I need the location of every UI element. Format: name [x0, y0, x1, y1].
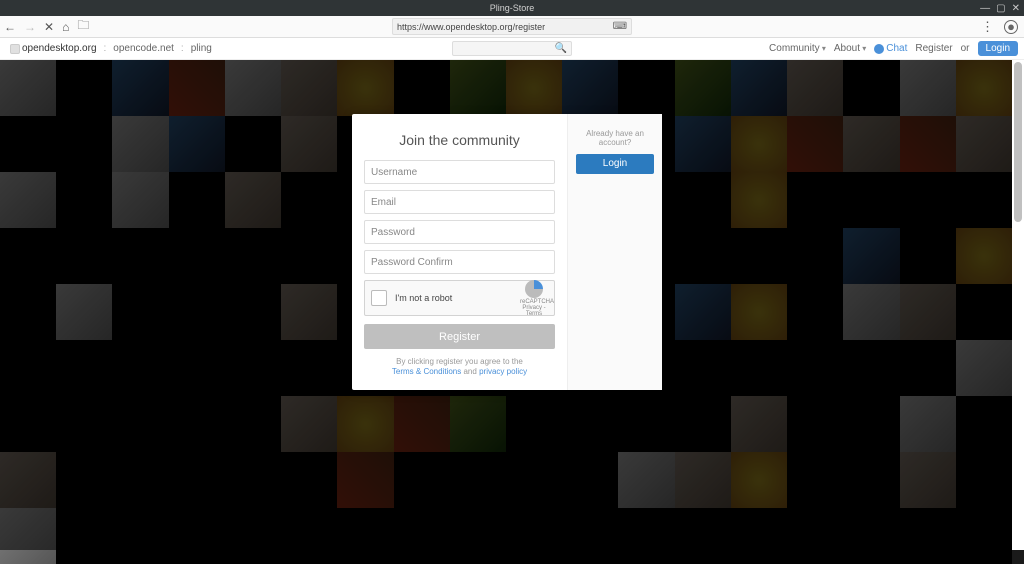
menu-login[interactable]: Login	[978, 41, 1018, 56]
breadcrumb-pling[interactable]: pling	[187, 41, 216, 56]
minimize-icon[interactable]: —	[980, 3, 990, 14]
register-modal: Join the community Username Email Passwo…	[352, 114, 662, 390]
recaptcha-checkbox[interactable]	[371, 290, 387, 306]
menu-or: or	[961, 43, 970, 54]
maximize-icon[interactable]: ▢	[996, 3, 1005, 14]
breadcrumb-opendesktop[interactable]: opendesktop.org	[6, 41, 101, 56]
recaptcha-label: I'm not a robot	[395, 293, 520, 303]
register-form: Join the community Username Email Passwo…	[352, 114, 567, 390]
password-field[interactable]: Password	[364, 220, 555, 244]
menu-about[interactable]: About	[834, 43, 866, 54]
breadcrumb-opencode[interactable]: opencode.net	[109, 41, 178, 56]
modal-heading: Join the community	[364, 132, 555, 148]
breadcrumb-sep: :	[104, 43, 107, 54]
opendesktop-logo-icon	[10, 44, 20, 54]
address-bar[interactable]: https://www.opendesktop.org/register ⌨	[392, 18, 632, 35]
nav-buttons: ← → ✕ ⌂ 🗀	[4, 16, 89, 37]
profile-icon[interactable]: ●	[1004, 20, 1018, 34]
breadcrumb-sep: :	[181, 43, 184, 54]
site-header: opendesktop.org : opencode.net : pling 🔍…	[0, 38, 1024, 60]
stop-icon[interactable]: ✕	[44, 20, 54, 34]
keyboard-icon: ⌨	[613, 21, 627, 32]
register-button[interactable]: Register	[364, 324, 555, 349]
window-title: Pling-Store	[490, 3, 535, 13]
search-input[interactable]: 🔍	[452, 41, 572, 56]
breadcrumb-label: opendesktop.org	[22, 43, 97, 54]
password-confirm-field[interactable]: Password Confirm	[364, 250, 555, 274]
back-icon[interactable]: ←	[4, 20, 16, 34]
menu-register[interactable]: Register	[915, 43, 952, 54]
breadcrumb-label: pling	[191, 43, 212, 54]
address-url: https://www.opendesktop.org/register	[397, 22, 613, 32]
terms-link[interactable]: Terms & Conditions	[392, 367, 461, 376]
breadcrumb-label: opencode.net	[113, 43, 174, 54]
agree-text: By clicking register you agree to the Te…	[364, 357, 555, 378]
login-panel: Already have an account? Login	[567, 114, 662, 390]
recaptcha-badge: reCAPTCHA Privacy - Terms	[520, 280, 548, 317]
already-text: Already have an account?	[576, 129, 654, 147]
menu-chat[interactable]: Chat	[874, 43, 907, 54]
vertical-scrollbar[interactable]	[1012, 60, 1024, 550]
recaptcha-widget[interactable]: I'm not a robot reCAPTCHA Privacy - Term…	[364, 280, 555, 316]
browser-toolbar: ← → ✕ ⌂ 🗀 https://www.opendesktop.org/re…	[0, 16, 1024, 38]
home-icon[interactable]: ⌂	[62, 20, 69, 34]
window-titlebar: Pling-Store — ▢ ✕	[0, 0, 1024, 16]
recaptcha-logo-icon	[525, 280, 543, 298]
window-controls: — ▢ ✕	[980, 0, 1020, 16]
login-button[interactable]: Login	[576, 154, 654, 174]
privacy-link[interactable]: privacy policy	[479, 367, 527, 376]
more-icon[interactable]: ⋮	[981, 19, 994, 35]
folder-icon[interactable]: 🗀	[77, 16, 89, 37]
scrollbar-thumb[interactable]	[1014, 62, 1022, 222]
username-field[interactable]: Username	[364, 160, 555, 184]
close-icon[interactable]: ✕	[1012, 3, 1020, 14]
menu-community[interactable]: Community	[769, 43, 826, 54]
chat-icon	[874, 44, 884, 54]
site-menu: Community About Chat Register or Login	[769, 41, 1018, 56]
toolbar-right: ⋮ ●	[981, 19, 1018, 35]
email-field[interactable]: Email	[364, 190, 555, 214]
search-icon: 🔍	[555, 43, 567, 54]
forward-icon[interactable]: →	[24, 20, 36, 34]
chat-label: Chat	[886, 43, 907, 54]
breadcrumb: opendesktop.org : opencode.net : pling	[0, 41, 216, 56]
